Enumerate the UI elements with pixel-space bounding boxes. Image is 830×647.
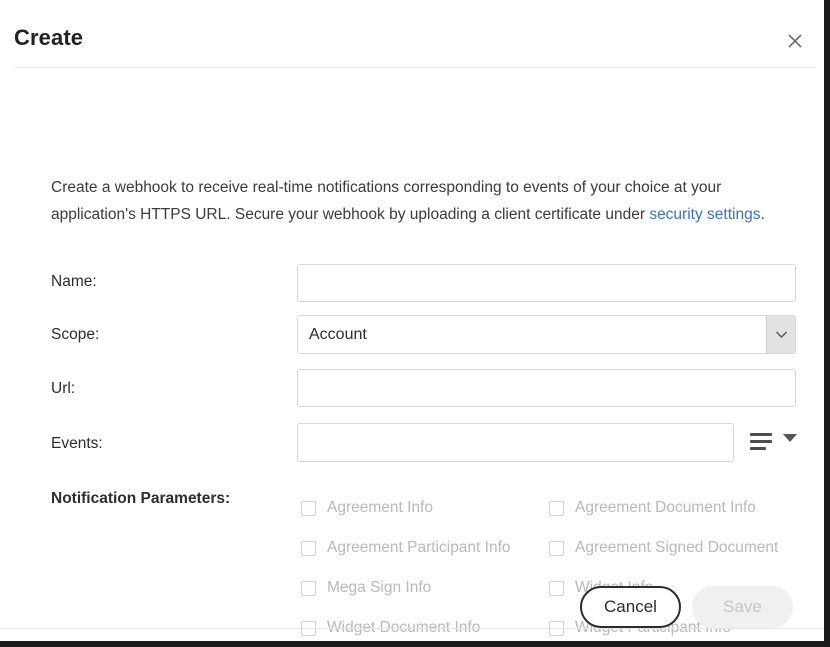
checkbox-row: Agreement Info Agreement Document Info [301,488,801,528]
checkbox-box[interactable] [549,540,564,556]
description-outro: . [760,206,765,223]
checkbox-label: Agreement Document Info [575,499,756,516]
footer-divider [0,628,824,629]
scope-selected-value: Account [309,325,367,343]
create-webhook-dialog: Create Create a webhook to receive real-… [0,0,830,647]
dialog-footer: Cancel Save [0,586,824,633]
description-text: Create a webhook to receive real-time no… [51,174,777,228]
checkbox-label: Agreement Participant Info [327,539,511,556]
header-divider [14,67,816,68]
url-field-label: Url: [51,380,76,397]
checkbox-box[interactable] [301,500,316,516]
save-button[interactable]: Save [692,586,793,628]
checkbox-agreement-info[interactable]: Agreement Info [301,499,549,517]
name-input[interactable] [297,264,796,302]
menu-line [750,439,772,443]
events-field-label: Events: [51,435,103,452]
security-settings-link[interactable]: security settings [649,206,760,223]
notification-parameters-label: Notification Parameters: [51,490,231,507]
checkbox-label: Agreement Info [327,499,433,516]
checkbox-row: Agreement Participant Info Agreement Sig… [301,528,801,568]
name-field-label: Name: [51,273,97,290]
page-title: Create [14,25,84,50]
chevron-down-icon[interactable] [766,316,795,353]
scope-field-label: Scope: [51,326,100,343]
url-input[interactable] [297,369,796,407]
checkbox-agreement-document-info[interactable]: Agreement Document Info [549,499,756,517]
close-icon[interactable] [784,30,806,52]
menu-line [750,432,772,436]
checkbox-agreement-participant-info[interactable]: Agreement Participant Info [301,539,549,557]
checkbox-label: Agreement Signed Document [575,539,779,556]
checkbox-box[interactable] [301,540,316,556]
dialog-header: Create [0,0,824,68]
checkbox-box[interactable] [549,500,564,516]
scope-select[interactable]: Account [297,315,796,354]
description-intro: Create a webhook to receive real-time no… [51,179,722,223]
cancel-button[interactable]: Cancel [580,586,681,628]
events-input[interactable] [297,423,734,462]
menu-line [750,446,766,450]
caret-down-icon[interactable] [783,434,797,442]
list-menu-icon[interactable] [750,426,774,456]
checkbox-agreement-signed-document[interactable]: Agreement Signed Document [549,539,778,557]
